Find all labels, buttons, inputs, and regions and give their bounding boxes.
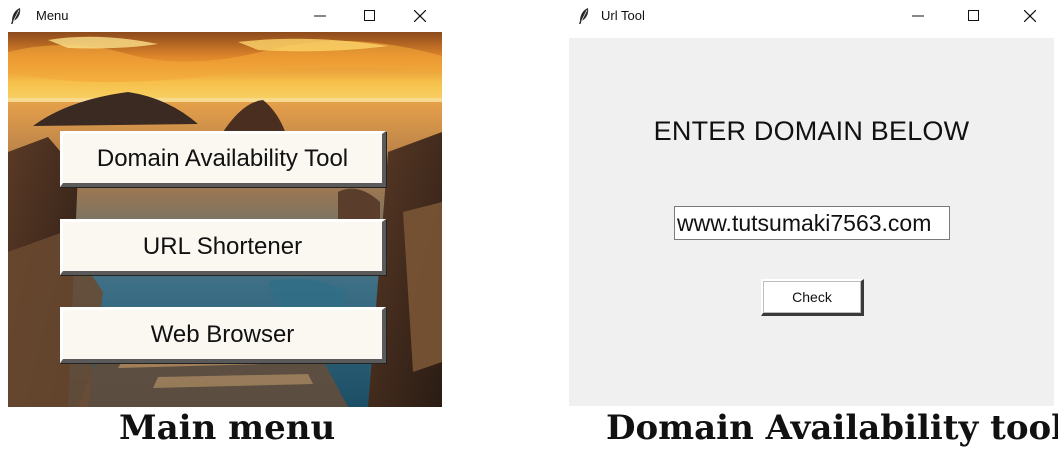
main-menu-caption: Main menu [119, 408, 336, 448]
maximize-button[interactable] [954, 4, 994, 28]
enter-domain-heading: ENTER DOMAIN BELOW [653, 116, 970, 146]
url-tool-window: Url Tool ENTER DOMAIN BELOW Check [568, 0, 1058, 410]
url-tool-window-title: Url Tool [601, 8, 645, 23]
domain-availability-caption: Domain Availability tool [606, 408, 1058, 448]
url-shortener-button[interactable]: URL Shortener [60, 219, 386, 275]
feather-icon [579, 8, 589, 24]
check-button[interactable]: Check [761, 279, 864, 316]
close-icon [1024, 10, 1036, 22]
feather-icon [11, 8, 21, 24]
web-browser-button[interactable]: Web Browser [60, 307, 386, 363]
minimize-icon [314, 15, 326, 17]
url-tool-canvas: ENTER DOMAIN BELOW Check [569, 38, 1054, 406]
minimize-icon [912, 15, 924, 17]
minimize-button[interactable] [300, 4, 340, 28]
maximize-icon [968, 10, 979, 21]
menu-window: Menu Domain Availability Tool URL Shorte… [0, 0, 445, 410]
domain-availability-tool-button[interactable]: Domain Availability Tool [60, 131, 386, 187]
domain-input[interactable] [674, 206, 950, 240]
minimize-button[interactable] [898, 4, 938, 28]
menu-canvas: Domain Availability Tool URL Shortener W… [8, 32, 442, 407]
url-tool-titlebar[interactable]: Url Tool [568, 0, 1058, 32]
maximize-icon [364, 10, 375, 21]
close-button[interactable] [1010, 4, 1050, 28]
menu-titlebar[interactable]: Menu [0, 0, 445, 32]
menu-window-title: Menu [36, 8, 69, 23]
close-icon [414, 10, 426, 22]
maximize-button[interactable] [350, 4, 390, 28]
close-button[interactable] [400, 4, 440, 28]
